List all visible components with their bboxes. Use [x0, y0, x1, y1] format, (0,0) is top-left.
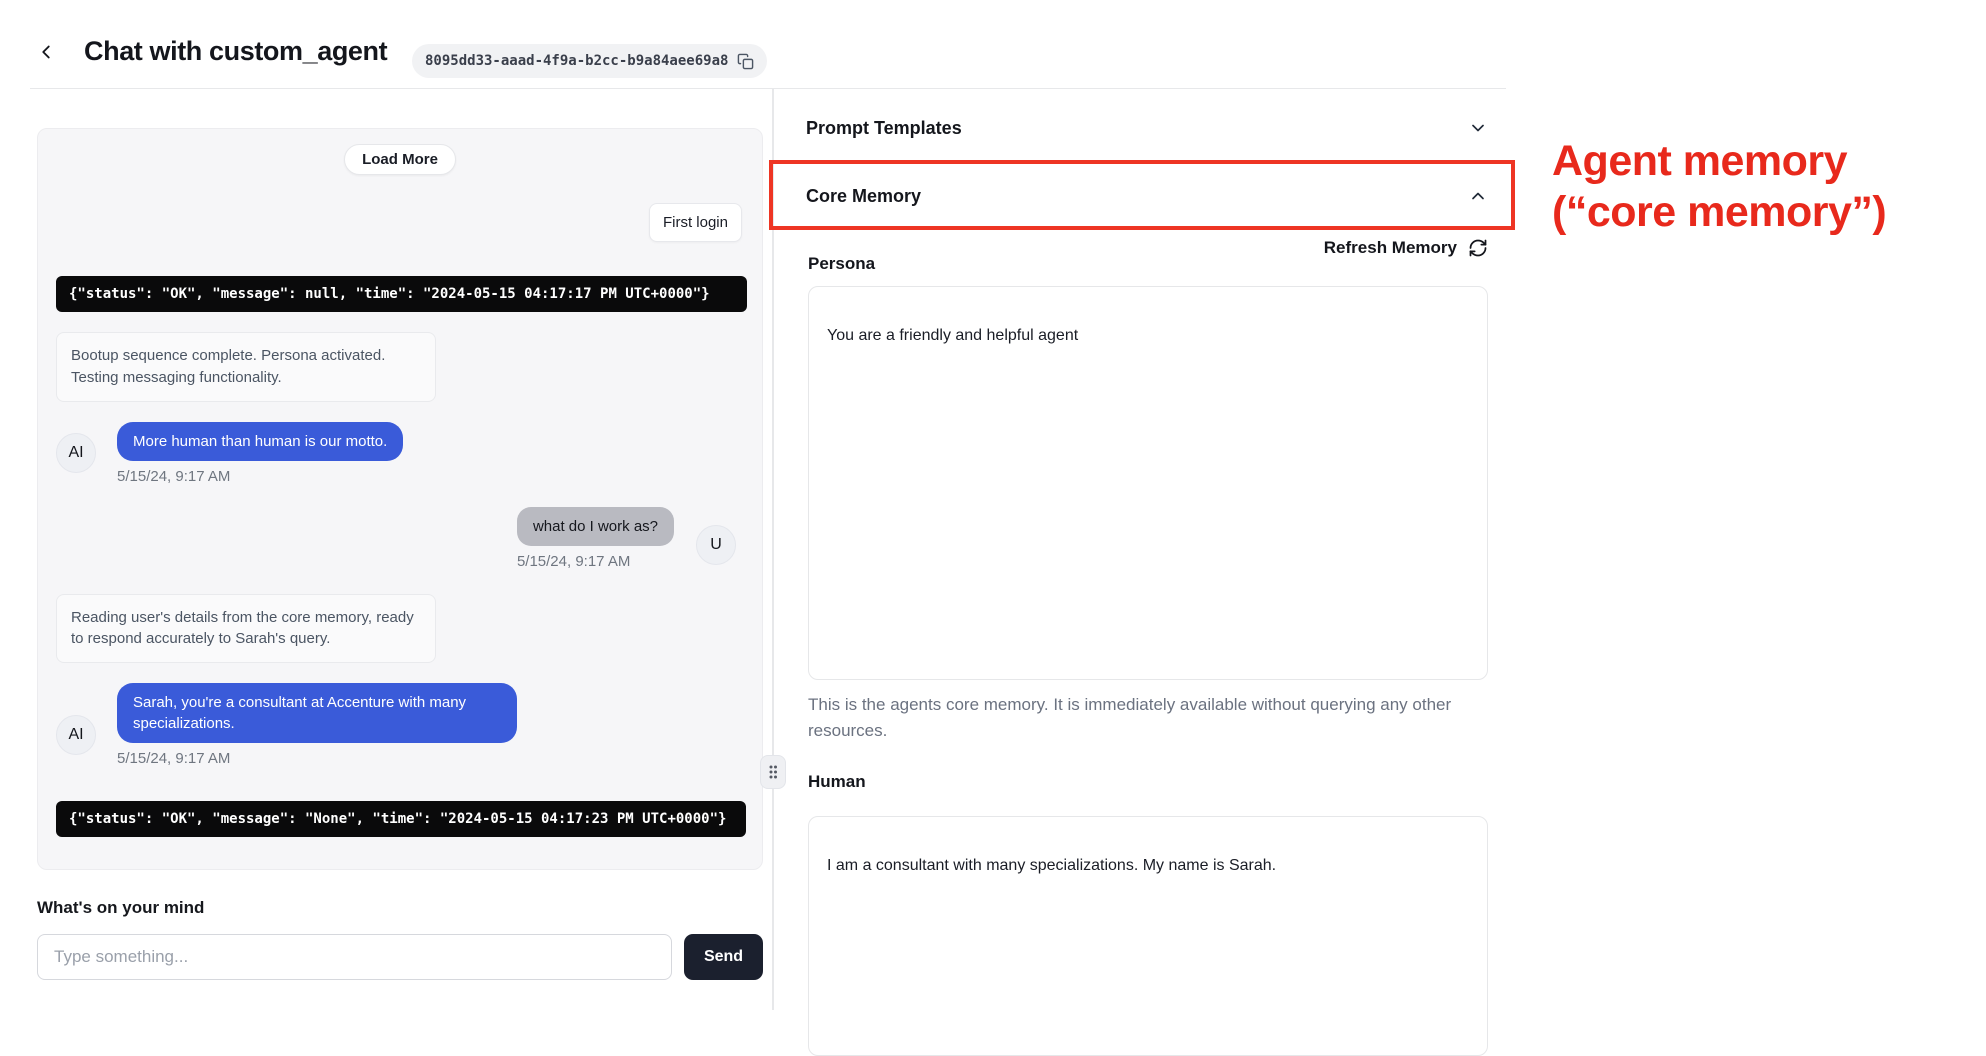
composer-label: What's on your mind: [37, 898, 204, 918]
message-timestamp: 5/15/24, 9:17 AM: [117, 750, 517, 767]
agent-message: AI Sarah, you're a consultant at Accentu…: [117, 683, 517, 767]
chat-message-list: Load More First login {"status": "OK", "…: [37, 128, 763, 870]
refresh-memory-button[interactable]: Refresh Memory: [806, 238, 1488, 258]
status-json-message: {"status": "OK", "message": null, "time"…: [56, 276, 747, 312]
grip-dots-icon: [767, 763, 779, 781]
system-message: Bootup sequence complete. Persona activa…: [56, 332, 436, 402]
message-timestamp: 5/15/24, 9:17 AM: [117, 468, 403, 485]
core-memory-label: Core Memory: [806, 186, 921, 207]
chevron-down-icon: [1468, 118, 1488, 138]
agent-id-badge: 8095dd33-aaad-4f9a-b2cc-b9a84aee69a8: [412, 44, 767, 78]
prompt-templates-section-header[interactable]: Prompt Templates: [806, 106, 1488, 150]
prompt-templates-label: Prompt Templates: [806, 118, 962, 139]
chevron-up-icon: [1468, 186, 1488, 206]
system-message: Reading user's details from the core mem…: [56, 594, 436, 664]
agent-avatar: AI: [56, 715, 96, 755]
user-message: U what do I work as? 5/15/24, 9:17 AM: [517, 507, 674, 570]
refresh-memory-label: Refresh Memory: [1324, 238, 1457, 258]
human-textarea[interactable]: I am a consultant with many specializati…: [808, 816, 1488, 1056]
panel-resize-handle[interactable]: [760, 755, 786, 789]
refresh-icon: [1468, 238, 1488, 258]
agent-message-bubble: More human than human is our motto.: [117, 422, 403, 461]
core-memory-section-header[interactable]: Core Memory: [806, 174, 1488, 218]
user-avatar: U: [696, 525, 736, 565]
annotation-line-2: (“core memory”): [1552, 187, 1984, 238]
persona-textarea[interactable]: You are a friendly and helpful agent: [808, 286, 1488, 680]
agent-message-bubble: Sarah, you're a consultant at Accenture …: [117, 683, 517, 743]
load-more-button[interactable]: Load More: [344, 144, 456, 175]
annotation-line-1: Agent memory: [1552, 136, 1984, 187]
chevron-left-icon: [35, 41, 57, 63]
page-title: Chat with custom_agent: [84, 36, 387, 67]
message-timestamp: 5/15/24, 9:17 AM: [517, 553, 674, 570]
send-button[interactable]: Send: [684, 934, 763, 980]
status-json-message: {"status": "OK", "message": "None", "tim…: [56, 801, 746, 837]
persona-field-label: Persona: [808, 254, 875, 274]
agent-id: 8095dd33-aaad-4f9a-b2cc-b9a84aee69a8: [425, 53, 728, 69]
annotation-text: Agent memory (“core memory”): [1552, 136, 1984, 237]
panel-divider: [772, 88, 774, 1010]
agent-avatar: AI: [56, 433, 96, 473]
agent-message: AI More human than human is our motto. 5…: [117, 422, 403, 485]
human-field-label: Human: [808, 772, 866, 792]
user-message-bubble: what do I work as?: [517, 507, 674, 546]
copy-icon[interactable]: [737, 53, 754, 70]
first-login-badge: First login: [649, 203, 742, 242]
header-divider: [30, 88, 1506, 89]
core-memory-description: This is the agents core memory. It is im…: [808, 692, 1468, 745]
message-input[interactable]: [37, 934, 672, 980]
back-button[interactable]: [32, 38, 60, 66]
